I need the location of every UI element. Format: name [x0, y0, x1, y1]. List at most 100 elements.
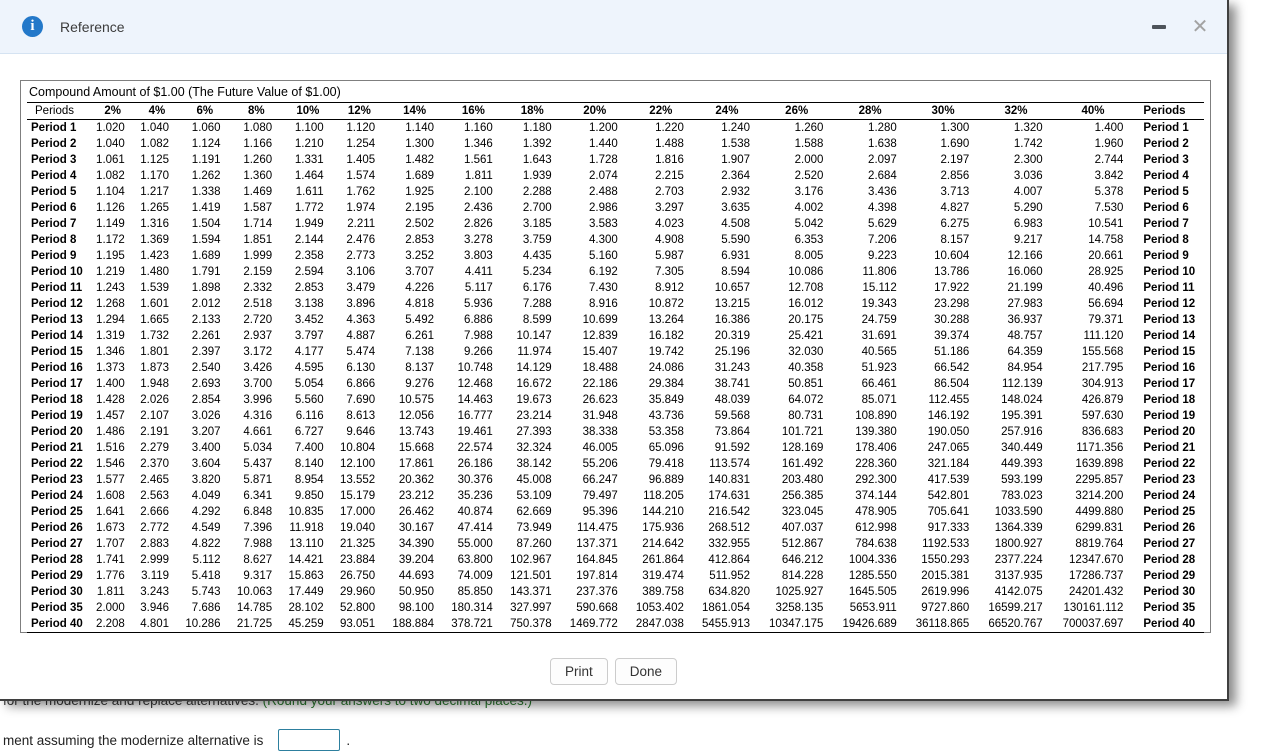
table-cell: 11.806: [862, 266, 897, 278]
table-cell: 1.346: [96, 346, 125, 358]
table-cell: 32.030: [788, 346, 824, 358]
table-cell: 1.319: [96, 330, 125, 342]
row-label: Period 22: [31, 458, 83, 470]
table-header: Periods 2% 4% 6% 8% 10% 12% 14% 16% 18% 20% 22% 24% 2…: [27, 102, 1204, 120]
table-cell: 13.552: [339, 474, 376, 486]
table-cell: 2.594: [294, 266, 324, 278]
table-cell: 3.583: [588, 218, 618, 230]
table-row: Period 1 1.020 1.040 1.060 1.080 1.100 1.120 1.…: [27, 120, 1204, 137]
table-cell: 1.082: [140, 138, 170, 150]
table-cell: 1.742: [1013, 138, 1043, 150]
table-cell: 449.393: [1001, 458, 1043, 470]
table-cell: 1.801: [140, 346, 170, 358]
table-cell: 31.691: [861, 330, 897, 342]
table-cell: 1.360: [243, 170, 273, 182]
table-cell: 101.721: [781, 426, 824, 438]
table-cell: 1.776: [96, 570, 125, 582]
table-cell: 2.883: [140, 538, 170, 550]
table-cell: 1.338: [191, 186, 221, 198]
table-cell: 4.363: [346, 314, 376, 326]
table-cell: 15.179: [339, 490, 376, 502]
table-cell: 10.147: [516, 330, 552, 342]
table-cell: 426.879: [1081, 394, 1124, 406]
table-cell: 29.960: [339, 586, 376, 598]
table-cell: 139.380: [855, 426, 897, 438]
table-cell: 6.261: [405, 330, 434, 342]
table-cell: 48.039: [714, 394, 750, 406]
table-cell: 1.464: [294, 170, 324, 182]
table-cell: 1.320: [1013, 122, 1043, 134]
table-cell: 36118.865: [906, 616, 980, 633]
table-cell: 14.758: [1088, 234, 1124, 246]
modernize-answer-input[interactable]: [278, 729, 341, 751]
table-cell: 261.864: [642, 554, 684, 566]
table-cell: 14.463: [457, 394, 493, 406]
table-cell: 8.627: [243, 554, 273, 566]
minimize-button[interactable]: [1146, 14, 1172, 40]
table-cell: 9.850: [294, 490, 324, 502]
table-cell: 1364.339: [994, 522, 1043, 534]
row-label: Period 3: [31, 154, 77, 166]
table-cell: 2.854: [191, 394, 221, 406]
table-cell: 1.608: [96, 490, 125, 502]
table-cell: 6.176: [522, 282, 552, 294]
table-cell: 6.192: [588, 266, 618, 278]
table-cell: 26.750: [339, 570, 376, 582]
close-button[interactable]: ✕: [1187, 14, 1213, 40]
table-cell: 1.331: [294, 154, 324, 166]
column-header-rate: 16%: [444, 102, 503, 120]
table-cell: 73.949: [516, 522, 552, 534]
table-cell: 16599.217: [988, 602, 1043, 614]
table-cell: 195.391: [1001, 410, 1043, 422]
table-cell: 2.520: [794, 170, 824, 182]
table-cell: 16.672: [516, 378, 552, 390]
table-cell: 5.054: [294, 378, 324, 390]
table-cell: 19.673: [516, 394, 552, 406]
table-cell: 47.414: [457, 522, 493, 534]
table-cell: 1.960: [1094, 138, 1124, 150]
table-row: Period 11 1.243 1.539 1.898 2.332 2.853 3.479 4…: [27, 280, 1204, 296]
table-row: Period 4 1.082 1.170 1.262 1.360 1.464 1.574 1.…: [27, 168, 1204, 184]
table-cell: 2.074: [588, 170, 618, 182]
background-answer-text: ment assuming the modernize alternative …: [3, 732, 264, 748]
table-row: Period 28 1.741 2.999 5.112 8.627 14.421 23.88…: [27, 552, 1204, 568]
table-cell: 2.999: [140, 554, 170, 566]
table-cell: 2.700: [522, 202, 552, 214]
table-cell: 1.262: [191, 170, 221, 182]
table-cell: 45.259: [282, 616, 334, 633]
table-cell: 55.000: [457, 538, 493, 550]
row-label-right: Period 11: [1143, 282, 1195, 294]
table-cell: 30.288: [934, 314, 970, 326]
table-cell: 10.748: [457, 362, 493, 374]
column-header-rate: 20%: [561, 102, 628, 120]
table-cell: 155.568: [1081, 346, 1124, 358]
row-label-right: Period 17: [1143, 378, 1196, 390]
table-cell: 38.142: [516, 458, 552, 470]
table-cell: 31.243: [714, 362, 750, 374]
table-cell: 2.191: [140, 426, 170, 438]
table-cell: 340.449: [1001, 442, 1043, 454]
table-cell: 10.804: [339, 442, 376, 454]
table-cell: 40.565: [861, 346, 897, 358]
table-cell: 17.449: [288, 586, 324, 598]
table-cell: 1.811: [464, 170, 493, 182]
table-cell: 1.040: [140, 122, 170, 134]
table-cell: 1.280: [868, 122, 897, 134]
table-cell: 1.611: [295, 186, 324, 198]
table-cell: 3.604: [191, 458, 221, 470]
table-cell: 3258.135: [775, 602, 824, 614]
table-cell: 1.392: [522, 138, 552, 150]
table-cell: 3.243: [140, 586, 170, 598]
table-cell: 21.325: [339, 538, 376, 550]
table-cell: 23.884: [339, 554, 376, 566]
done-button[interactable]: Done: [614, 658, 678, 685]
table-cell: 15.863: [288, 570, 324, 582]
table-row: Period 14 1.319 1.732 2.261 2.937 3.797 4.887 6…: [27, 328, 1204, 344]
table-cell: 1.020: [96, 122, 125, 134]
table-cell: 87.260: [516, 538, 552, 550]
table-cell: 12.708: [788, 282, 824, 294]
row-label: Period 5: [31, 186, 77, 198]
table-cell: 180.314: [451, 602, 493, 614]
print-button[interactable]: Print: [549, 658, 608, 685]
table-cell: 6.866: [346, 378, 376, 390]
